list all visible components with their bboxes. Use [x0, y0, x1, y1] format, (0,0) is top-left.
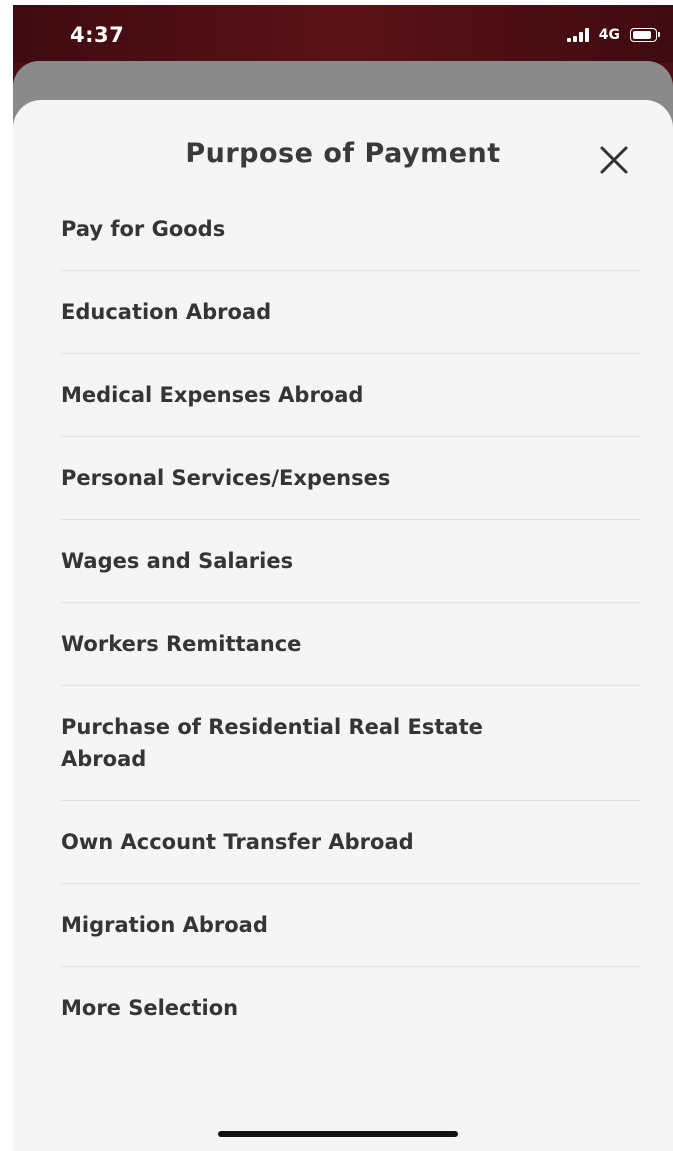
list-item-label: Medical Expenses Abroad: [61, 383, 364, 407]
battery-icon: [630, 28, 660, 42]
sheet-title: Purpose of Payment: [185, 138, 501, 169]
list-item-label: More Selection: [61, 996, 239, 1020]
home-indicator[interactable]: [218, 1131, 458, 1137]
list-item-label: Migration Abroad: [61, 913, 268, 937]
list-item-purchase-residential-real-estate-abroad[interactable]: Purchase of Residential Real Estate Abro…: [61, 686, 640, 801]
list-item-label: Pay for Goods: [61, 217, 226, 241]
list-item-wages-and-salaries[interactable]: Wages and Salaries: [61, 520, 640, 603]
signal-strength-icon: [566, 28, 589, 42]
list-item-pay-for-goods[interactable]: Pay for Goods: [61, 188, 640, 271]
list-item-medical-expenses-abroad[interactable]: Medical Expenses Abroad: [61, 354, 640, 437]
purpose-list: Pay for Goods Education Abroad Medical E…: [61, 188, 640, 1049]
phone-screen: 4:37 4G Purpose of Payment Pay for Goods…: [13, 5, 673, 1151]
close-icon[interactable]: [599, 145, 629, 175]
list-item-migration-abroad[interactable]: Migration Abroad: [61, 884, 640, 967]
purpose-of-payment-sheet: Purpose of Payment Pay for Goods Educati…: [13, 100, 673, 1151]
list-item-label: Own Account Transfer Abroad: [61, 830, 414, 854]
status-bar: 4:37 4G: [13, 5, 673, 63]
list-item-label: Workers Remittance: [61, 632, 302, 656]
status-time: 4:37: [70, 23, 125, 47]
list-item-own-account-transfer-abroad[interactable]: Own Account Transfer Abroad: [61, 801, 640, 884]
list-item-label: Purchase of Residential Real Estate Abro…: [61, 715, 483, 771]
list-item-more-selection[interactable]: More Selection: [61, 967, 640, 1049]
list-item-personal-services-expenses[interactable]: Personal Services/Expenses: [61, 437, 640, 520]
status-indicators: 4G: [566, 27, 660, 43]
network-type: 4G: [598, 27, 620, 43]
list-item-label: Wages and Salaries: [61, 549, 294, 573]
list-item-label: Personal Services/Expenses: [61, 466, 391, 490]
list-item-workers-remittance[interactable]: Workers Remittance: [61, 603, 640, 686]
list-item-education-abroad[interactable]: Education Abroad: [61, 271, 640, 354]
list-item-label: Education Abroad: [61, 300, 272, 324]
